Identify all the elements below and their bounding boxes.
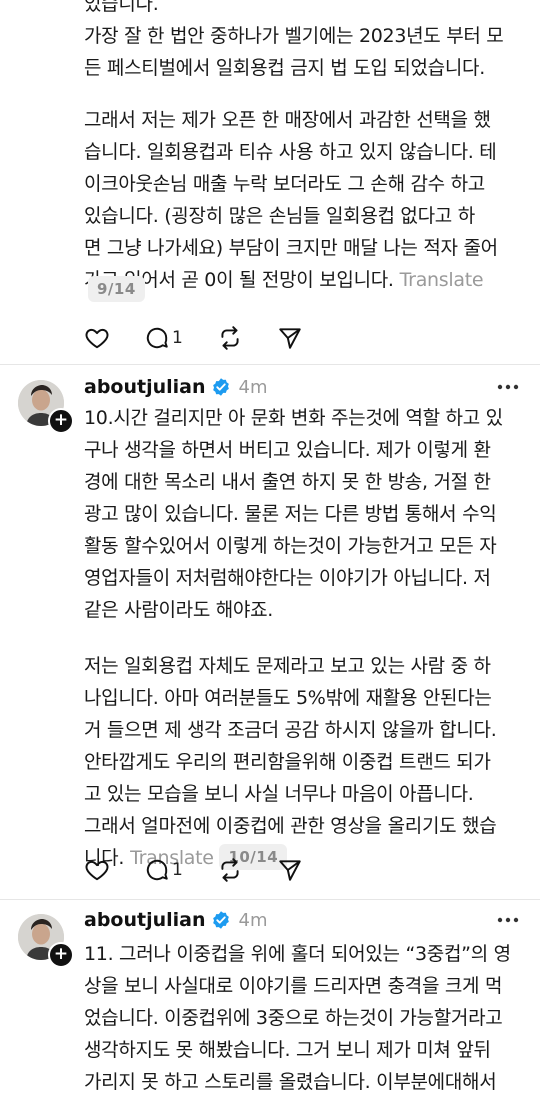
reply-button[interactable]: 1 bbox=[144, 857, 183, 883]
post-line: 저는 일회용컵 자체도 문제라고 보고 있는 사람 중 하 bbox=[84, 655, 491, 677]
post-body: 10.시간 걸리지만 아 문화 변화 주는것에 역할 하고 있 구나 생각을 하… bbox=[84, 402, 524, 874]
post-body: 11. 그러나 이중컵을 위에 홀더 되어있는 “3중컵”의 영 상을 보니 사… bbox=[84, 938, 524, 1098]
post-line: 있습니다. (굉장히 많은 손님들 일회용컵 없다고 하 bbox=[84, 205, 475, 227]
send-icon bbox=[279, 328, 301, 349]
repost-button[interactable] bbox=[217, 325, 243, 351]
repost-icon bbox=[221, 326, 239, 350]
post-line: 영업자들이 저처럼해야한다는 이야기가 아닙니다. 저 bbox=[84, 567, 491, 589]
post-line: 거 들으면 제 생각 조금더 공감 하시지 않을까 합니다. bbox=[84, 719, 497, 741]
divider bbox=[0, 364, 540, 365]
username[interactable]: aboutjulian bbox=[84, 376, 206, 398]
post-line: 안타깝게도 우리의 편리함을위해 이중컵 트랜드 되가 bbox=[84, 751, 491, 773]
share-button[interactable] bbox=[277, 857, 303, 883]
divider bbox=[0, 899, 540, 900]
post-body: 있습니다. 가장 잘 한 법안 중하나가 벨기에는 2023년도 부터 모 든 … bbox=[84, 0, 524, 296]
verified-badge-icon bbox=[212, 378, 229, 396]
post-header: aboutjulian 4m bbox=[84, 372, 268, 402]
post-line: 든 페스티벌에서 일회용컵 금지 법 도입 되었습니다. bbox=[84, 57, 485, 79]
action-bar: 1 bbox=[84, 323, 337, 353]
share-button[interactable] bbox=[277, 325, 303, 351]
follow-plus-button[interactable]: + bbox=[48, 942, 74, 968]
comment-icon bbox=[146, 859, 168, 881]
post-line: 있습니다. bbox=[84, 0, 159, 15]
follow-plus-button[interactable]: + bbox=[48, 408, 74, 434]
post-line: 광고 많이 있습니다. 물론 저는 다른 방법 통해서 수익 bbox=[84, 503, 497, 525]
like-button[interactable] bbox=[84, 325, 110, 351]
reply-count: 1 bbox=[172, 860, 183, 880]
post-line: 었습니다. 이중컵위에 3중으로 하는것이 가능할거라고 bbox=[84, 1007, 503, 1029]
reply-count: 1 bbox=[172, 328, 183, 348]
post-line: 습니다. 일회용컵과 티슈 사용 하고 있지 않습니다. 테 bbox=[84, 141, 497, 163]
post-line: 그래서 얼마전에 이중컵에 관한 영상을 올리기도 했습 bbox=[84, 815, 497, 837]
post-line: 이크아웃손님 매출 누락 보더라도 그 손해 감수 하고 bbox=[84, 173, 485, 195]
page-badge: 9/14 bbox=[88, 276, 145, 302]
repost-icon bbox=[221, 858, 239, 882]
post-line: 구나 생각을 하면서 버티고 있습니다. 제가 이렇게 환 bbox=[84, 439, 491, 461]
more-options-icon[interactable] bbox=[494, 910, 522, 930]
post-line: 가장 잘 한 법안 중하나가 벨기에는 2023년도 부터 모 bbox=[84, 25, 504, 47]
post-line: 상을 보니 사실대로 이야기를 드리자면 충격을 크게 먹 bbox=[84, 975, 503, 997]
verified-badge-icon bbox=[212, 911, 229, 929]
heart-icon bbox=[85, 328, 109, 349]
heart-icon bbox=[85, 860, 109, 881]
post-line: 고 있는 모습을 보니 사실 너무나 마음이 아픕니다. bbox=[84, 783, 474, 805]
like-button[interactable] bbox=[84, 857, 110, 883]
post-line: 가고 있어서 곧 0이 될 전망이 보입니다. Translate bbox=[84, 269, 484, 291]
page-indicator: 9/14 bbox=[88, 276, 145, 302]
post-line: 경에 대한 목소리 내서 출연 하지 못 한 방송, 거절 한 bbox=[84, 471, 491, 493]
comment-icon bbox=[146, 327, 168, 349]
post-header: aboutjulian 4m bbox=[84, 905, 268, 935]
translate-link[interactable]: Translate bbox=[400, 269, 484, 291]
post-line: 10.시간 걸리지만 아 문화 변화 주는것에 역할 하고 있 bbox=[84, 407, 503, 429]
post-line: 생각하지도 못 해봤습니다. 그거 보니 제가 미쳐 앞뒤 bbox=[84, 1039, 491, 1061]
timestamp: 4m bbox=[238, 376, 268, 398]
post-line: 면 그냥 나가세요) 부담이 크지만 매달 나는 적자 줄어 bbox=[84, 237, 498, 259]
post-line: 그래서 저는 제가 오픈 한 매장에서 과감한 선택을 했 bbox=[84, 109, 491, 131]
reply-button[interactable]: 1 bbox=[144, 325, 183, 351]
more-options-icon[interactable] bbox=[494, 377, 522, 397]
post-line: 같은 사람이라도 해야죠. bbox=[84, 599, 274, 621]
username[interactable]: aboutjulian bbox=[84, 909, 206, 931]
post-line: 활동 할수있어서 이렇게 하는것이 가능한거고 모든 자 bbox=[84, 535, 497, 557]
post-line: 가리지 못 하고 스토리를 올렸습니다. 이부분에대해서 bbox=[84, 1071, 497, 1093]
repost-button[interactable] bbox=[217, 857, 243, 883]
post-line: 나입니다. 아마 여러분들도 5%밖에 재활용 안된다는 bbox=[84, 687, 492, 709]
timestamp: 4m bbox=[238, 909, 268, 931]
post-line: 11. 그러나 이중컵을 위에 홀더 되어있는 “3중컵”의 영 bbox=[84, 943, 511, 965]
action-bar: 1 bbox=[84, 855, 337, 885]
send-icon bbox=[279, 860, 301, 881]
